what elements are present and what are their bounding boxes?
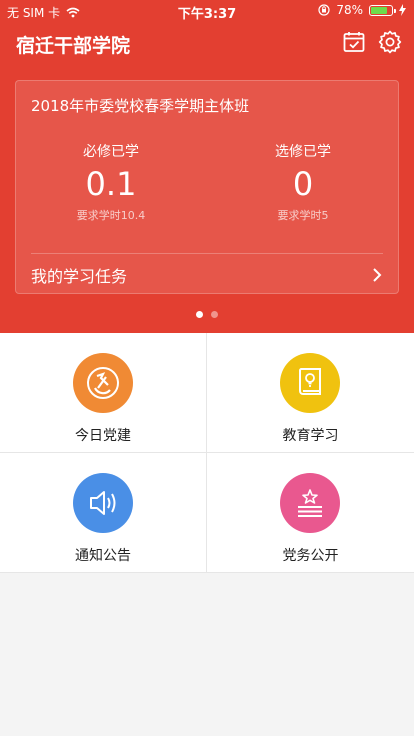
icon-tile xyxy=(280,473,340,533)
function-grid: 今日党建 教育学习 通知公告 党务公开 xyxy=(0,333,414,573)
icon-tile xyxy=(280,353,340,413)
required-stat: 必修已学 0.1 要求学时10.4 xyxy=(36,141,186,223)
page-dot-1[interactable] xyxy=(196,311,203,318)
elective-label: 选修已学 xyxy=(275,144,331,160)
elective-stat: 选修已学 0 要求学时5 xyxy=(228,141,378,223)
status-right: 78% xyxy=(318,3,406,17)
battery-fill xyxy=(371,6,387,14)
icon-tile xyxy=(73,353,133,413)
required-label: 必修已学 xyxy=(83,144,139,160)
star-lines-icon xyxy=(298,489,322,517)
party-emblem-icon xyxy=(87,367,119,399)
status-bar: 无 SIM 卡 下午3:37 78% xyxy=(0,0,414,22)
circle-bg xyxy=(280,473,340,533)
card-divider xyxy=(31,253,383,254)
charging-bolt-icon xyxy=(399,4,406,16)
elective-requirement: 要求学时5 xyxy=(277,209,329,222)
required-requirement: 要求学时10.4 xyxy=(76,209,146,222)
grid-item-education[interactable]: 教育学习 xyxy=(207,333,414,453)
page-indicator[interactable] xyxy=(0,311,414,318)
gear-icon[interactable] xyxy=(378,30,402,54)
speaker-icon xyxy=(90,491,116,515)
elective-value: 0 xyxy=(292,165,314,203)
chevron-right-icon xyxy=(373,268,382,282)
grid-label: 党务公开 xyxy=(282,548,339,564)
required-value: 0.1 xyxy=(85,165,137,203)
battery-percent: 78% xyxy=(336,3,363,17)
battery-icon xyxy=(369,4,396,16)
card-title: 2018年市委党校春季学期主体班 xyxy=(31,97,250,115)
grid-label: 今日党建 xyxy=(75,428,131,444)
circle-bg xyxy=(280,353,340,413)
icon-tile xyxy=(73,473,133,533)
grid-label: 通知公告 xyxy=(75,548,131,564)
grid-item-party-affairs[interactable]: 党务公开 xyxy=(207,453,414,573)
my-study-tasks-row[interactable]: 我的学习任务 xyxy=(31,261,383,289)
grid-label: 教育学习 xyxy=(282,428,339,444)
page-dot-2[interactable] xyxy=(211,311,218,318)
study-summary-card: 2018年市委党校春季学期主体班 必修已学 0.1 要求学时10.4 选修已学 … xyxy=(15,80,399,294)
circle-bg xyxy=(73,473,133,533)
header: 无 SIM 卡 下午3:37 78% 宿迁干部学院 2018年市委党校春季学期主… xyxy=(0,0,414,333)
calendar-check-icon[interactable] xyxy=(342,30,366,54)
nav-icons xyxy=(342,30,402,54)
task-label: 我的学习任务 xyxy=(31,267,128,286)
grid-item-today-party[interactable]: 今日党建 xyxy=(0,333,207,453)
circle-bg xyxy=(73,353,133,413)
orientation-lock-icon xyxy=(318,4,330,16)
app-title: 宿迁干部学院 xyxy=(16,35,131,57)
book-lightbulb-icon xyxy=(298,368,321,395)
battery-cap xyxy=(394,8,396,13)
grid-item-notices[interactable]: 通知公告 xyxy=(0,453,207,573)
